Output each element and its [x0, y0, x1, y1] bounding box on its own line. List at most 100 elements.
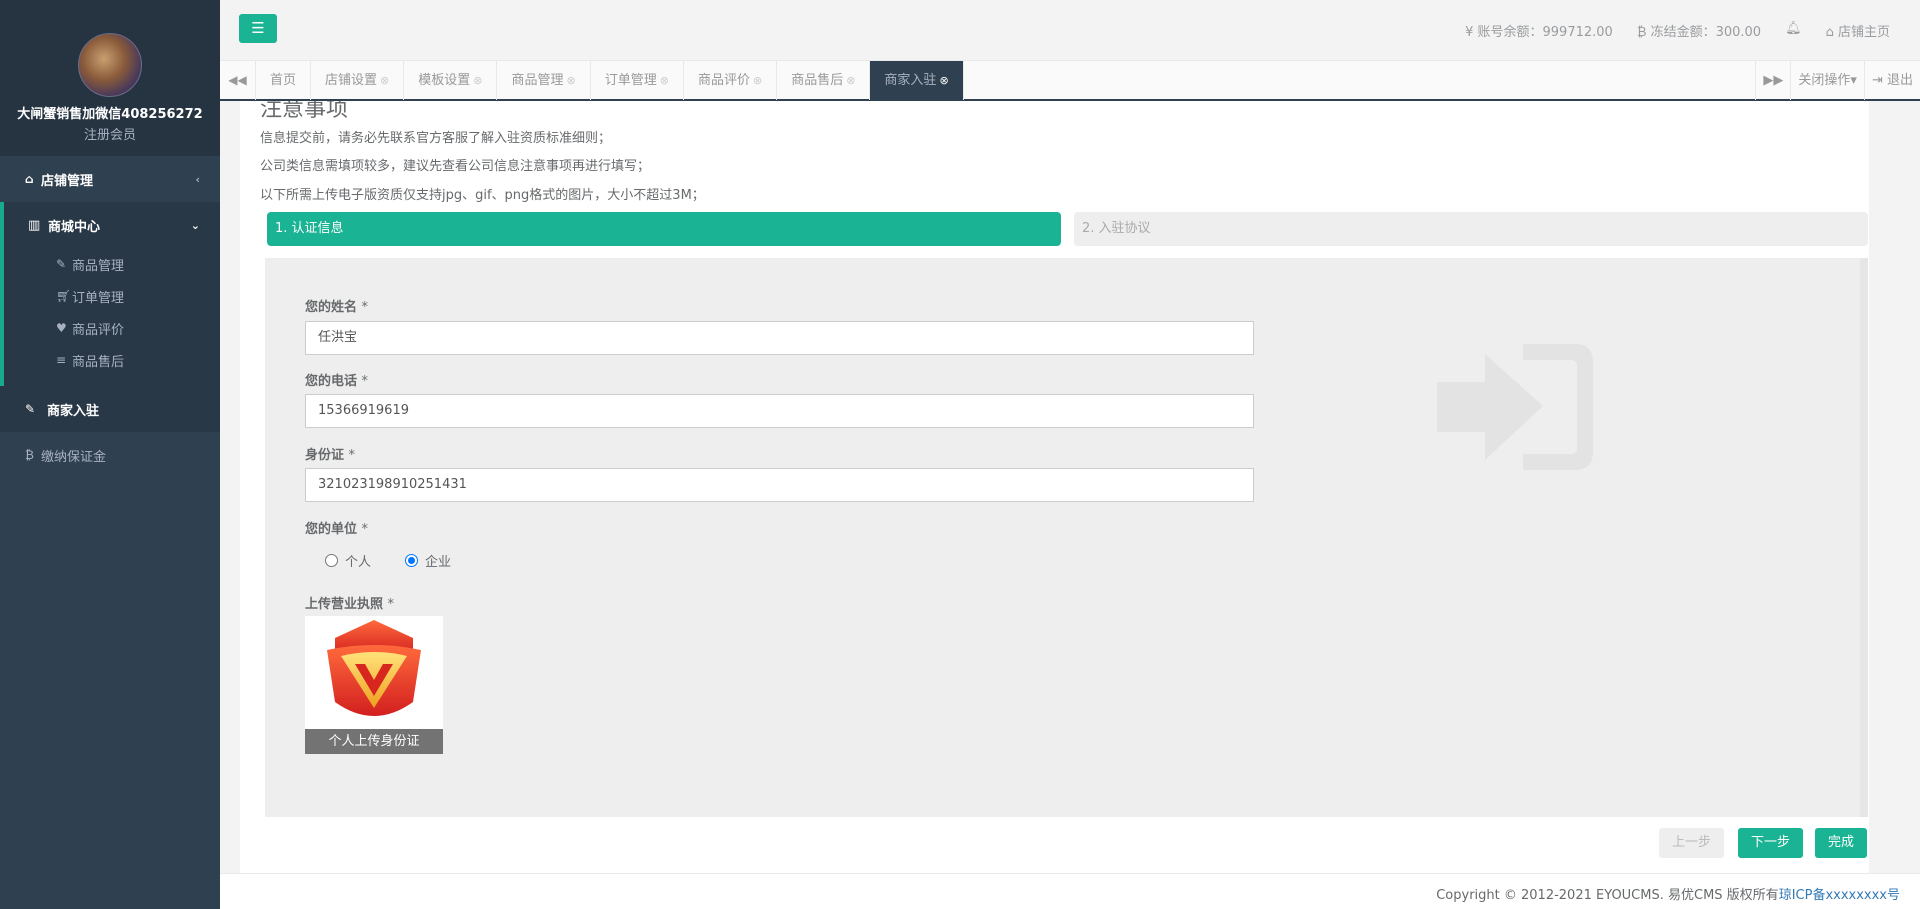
account-balance: ¥ 账号余额：999712.00 [1465, 25, 1613, 40]
sign-in-icon [1437, 344, 1593, 470]
sidebar-item-label: 缴纳保证金 [41, 449, 107, 465]
sidebar-item-deposit[interactable]: ₿ 缴纳保证金 [0, 432, 220, 478]
tab-home[interactable]: 首页 [256, 61, 312, 100]
upload-license-label: 上传营业执照 * [305, 597, 395, 612]
unit-radio-group: 个人 企业 [325, 551, 451, 570]
radio-personal-label[interactable]: 个人 [345, 551, 371, 570]
tab-product-management[interactable]: 商品管理 ⊗ [497, 61, 591, 100]
sidebar-subitem-label: 商品售后 [72, 354, 125, 370]
sidebar-subitem-label: 商品评价 [72, 322, 125, 338]
phone-label: 您的电话 * [305, 374, 369, 389]
logout-button[interactable]: ⇥ 退出 [1863, 61, 1920, 100]
tab-merchant-join[interactable]: 商家入驻 ⊗ [870, 61, 964, 100]
sidebar: 大闸蟹销售加微信408256272 注册会员 ⌂ 店铺管理 ‹ ▥ 商城中心 ⌄… [0, 0, 220, 909]
close-operations-dropdown[interactable]: 关闭操作▾ [1790, 61, 1864, 100]
frozen-amount: ₿ 冻结金额：300.00 [1636, 25, 1762, 40]
menu-toggle-button[interactable]: ☰ [239, 14, 277, 43]
forward-icon: ▶▶ [1763, 73, 1784, 88]
header-right: ¥ 账号余额：999712.00 ₿ 冻结金额：300.00 🔔︎ ⌂ 店铺主页 [1465, 21, 1890, 40]
sidebar-item-merchant-join[interactable]: ✎ 商家入驻 [0, 386, 220, 432]
form-panel: 您的姓名 * 任洪宝 您的电话 * 15366919619 身份证 * 3210… [265, 258, 1868, 817]
backward-icon: ◀◀ [228, 73, 247, 87]
bar-chart-icon: ▥ [28, 217, 41, 233]
sidebar-item-mall-center[interactable]: ▥ 商城中心 ⌄ [4, 202, 220, 248]
caret-down-icon: ▾ [1850, 73, 1857, 88]
edit-icon: ✎ [25, 402, 36, 416]
step-2-join-agreement[interactable]: 2. 入驻协议 [1074, 212, 1868, 246]
top-header: ☰ ¥ 账号余额：999712.00 ₿ 冻结金额：300.00 🔔︎ ⌂ 店铺… [220, 0, 1920, 60]
name-label: 您的姓名 * [305, 300, 369, 315]
radio-enterprise[interactable] [405, 554, 419, 567]
yen-icon: ¥ [1465, 25, 1478, 40]
close-icon[interactable]: ⊗ [939, 74, 948, 87]
sidebar-item-shop-management[interactable]: ⌂ 店铺管理 ‹ [0, 156, 220, 202]
tabs-scroll-left-button[interactable]: ◀◀ [220, 61, 256, 100]
sidebar-subitem-products[interactable]: ✎ 商品管理 [4, 248, 220, 280]
tabs-bar: ◀◀ 首页 店铺设置 ⊗ 模板设置 ⊗ 商品管理 ⊗ 订单管理 ⊗ 商品评价 ⊗ 商品售后… [220, 60, 1920, 101]
main-content: 注意事项 信息提交前，请务必先联系官方客服了解入驻资质标准细则； 公司类信息需填… [240, 101, 1869, 873]
profile-panel: 大闸蟹销售加微信408256272 注册会员 [0, 0, 220, 156]
bitcoin-icon: ₿ [25, 448, 34, 462]
icp-link[interactable]: 琼ICP备xxxxxxxx号 [1779, 888, 1900, 903]
sidebar-subitem-label: 订单管理 [72, 290, 125, 306]
sidebar-item-label: 商家入驻 [47, 403, 100, 419]
tab-template-settings[interactable]: 模板设置 ⊗ [404, 61, 498, 100]
finish-button[interactable]: 完成 [1815, 828, 1868, 858]
tab-shop-settings[interactable]: 店铺设置 ⊗ [311, 61, 405, 100]
unit-label: 您的单位 * [305, 522, 369, 537]
tab-controls: ▶▶ 关闭操作▾ ⇥ 退出 [1755, 61, 1920, 100]
close-icon[interactable]: ⊗ [473, 74, 482, 87]
notice-line: 以下所需上传电子版资质仅支持jpg、gif、png格式的图片，大小不超过3M； [260, 188, 705, 203]
copyright-text: Copyright © 2012-2021 EYOUCMS. 易优CMS 版权所… [1436, 888, 1779, 903]
name-input[interactable]: 任洪宝 [305, 321, 1254, 355]
tabs: 首页 店铺设置 ⊗ 模板设置 ⊗ 商品管理 ⊗ 订单管理 ⊗ 商品评价 ⊗ 商品售后 ⊗ 商… [256, 61, 964, 100]
tab-product-aftersales[interactable]: 商品售后 ⊗ [777, 61, 871, 100]
profile-role: 注册会员 [83, 128, 136, 143]
avatar[interactable] [78, 33, 142, 97]
sidebar-subitem-aftersales[interactable]: ≡ 商品售后 [4, 344, 220, 376]
notice-line: 信息提交前，请务必先联系官方客服了解入驻资质标准细则； [260, 131, 612, 146]
sidebar-subitem-label: 商品管理 [72, 258, 125, 274]
hamburger-icon: ☰ [251, 19, 265, 37]
id-card-label: 身份证 * [305, 448, 356, 463]
id-card-input[interactable]: 321023198910251431 [305, 468, 1254, 502]
next-step-button[interactable]: 下一步 [1738, 828, 1804, 858]
upload-license-box[interactable]: 个人上传身份证 [305, 616, 443, 754]
tab-order-management[interactable]: 订单管理 ⊗ [591, 61, 684, 100]
database-icon: ≡ [56, 353, 67, 367]
close-icon[interactable]: ⊗ [753, 74, 762, 87]
bitcoin-icon: ₿ [1636, 25, 1651, 40]
close-icon[interactable]: ⊗ [380, 74, 389, 87]
prev-step-button[interactable]: 上一步 [1659, 828, 1725, 858]
notice-title: 注意事项 [260, 101, 349, 122]
home-icon: ⌂ [1825, 25, 1838, 40]
close-icon[interactable]: ⊗ [846, 74, 855, 87]
tabs-scroll-right-button[interactable]: ▶▶ [1755, 61, 1790, 100]
chevron-left-icon: ‹ [195, 172, 200, 186]
edit-icon: ✎ [56, 257, 67, 271]
step-1-auth-info[interactable]: 1. 认证信息 [267, 212, 1061, 246]
chevron-down-icon: ⌄ [190, 218, 200, 232]
radio-enterprise-label[interactable]: 企业 [425, 551, 451, 570]
upload-caption: 个人上传身份证 [305, 729, 443, 754]
sidebar-subitem-reviews[interactable]: ♥ 商品评价 [4, 312, 220, 344]
upload-placeholder-icon [327, 620, 421, 716]
tab-product-reviews[interactable]: 商品评价 ⊗ [684, 61, 778, 100]
profile-name[interactable]: 大闸蟹销售加微信408256272 [0, 103, 220, 122]
close-icon[interactable]: ⊗ [567, 74, 576, 87]
footer-text: Copyright © 2012-2021 EYOUCMS. 易优CMS 版权所… [1436, 884, 1900, 903]
sign-out-icon: ⇥ [1871, 73, 1887, 88]
close-icon[interactable]: ⊗ [660, 74, 669, 87]
sidebar-subitem-orders[interactable]: 🛒︎ 订单管理 [4, 280, 220, 312]
footer: Copyright © 2012-2021 EYOUCMS. 易优CMS 版权所… [220, 873, 1920, 909]
bell-icon[interactable]: 🔔︎ [1785, 21, 1802, 40]
cart-icon: 🛒︎ [56, 289, 72, 303]
notice-line: 公司类信息需填项较多，建议先查看公司信息注意事项再进行填写； [260, 159, 651, 174]
radio-personal[interactable] [325, 554, 338, 567]
shop-home-link[interactable]: ⌂ 店铺主页 [1826, 21, 1890, 40]
sidebar-item-label: 商城中心 [48, 219, 101, 235]
heart-icon: ♥ [56, 321, 67, 335]
home-icon: ⌂ [25, 172, 34, 186]
sidebar-item-label: 店铺管理 [41, 173, 94, 189]
phone-input[interactable]: 15366919619 [305, 394, 1254, 428]
